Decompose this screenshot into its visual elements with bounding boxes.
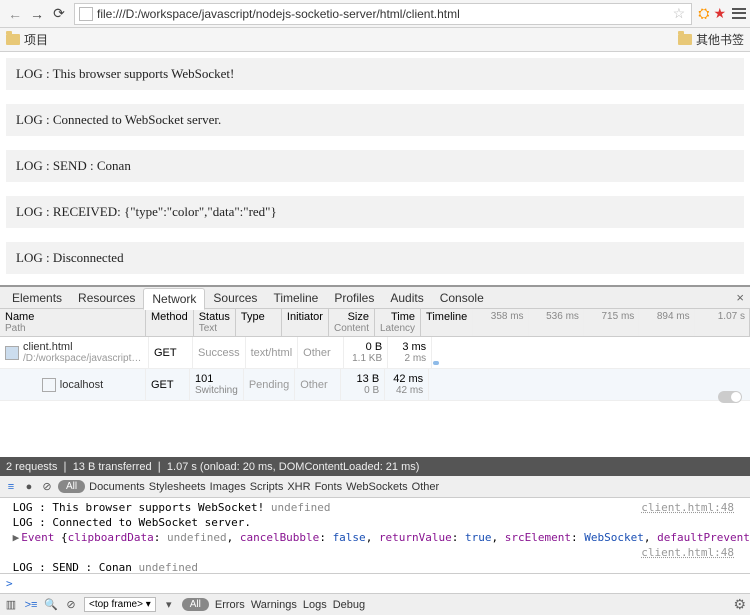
col-initiator[interactable]: Initiator <box>287 311 323 323</box>
clear-icon[interactable]: ⊘ <box>40 480 54 494</box>
devtools-tabs: Elements Resources Network Sources Timel… <box>0 287 750 309</box>
devtools-panel: Elements Resources Network Sources Timel… <box>0 285 750 615</box>
footer-filter[interactable]: Logs <box>303 599 327 611</box>
network-rows: client.html/D:/workspace/javascript/no G… <box>0 337 750 457</box>
folder-icon <box>678 34 692 45</box>
footer-filter[interactable]: Warnings <box>251 599 297 611</box>
col-status[interactable]: Status <box>199 311 230 323</box>
col-time[interactable]: Time <box>391 311 415 323</box>
tab-timeline[interactable]: Timeline <box>265 288 326 308</box>
tab-profiles[interactable]: Profiles <box>326 288 382 308</box>
col-type[interactable]: Type <box>241 311 265 323</box>
record-icon[interactable]: ● <box>22 480 36 494</box>
network-status-bar: 2 requests ❘ 13 B transferred ❘ 1.07 s (… <box>0 457 750 476</box>
source-link[interactable]: client.html:48 <box>641 501 744 514</box>
console-footer: ▥ >≡ 🔍 ⊘ <top frame> ▾ ▾ All Errors Warn… <box>0 593 750 615</box>
tab-elements[interactable]: Elements <box>4 288 70 308</box>
timeline-tick: 536 ms <box>528 309 583 336</box>
toggle-icon[interactable] <box>718 391 742 403</box>
drawer-icon[interactable]: >≡ <box>24 598 38 612</box>
bookmark-label: 其他书签 <box>696 31 744 48</box>
file-icon <box>5 346 19 360</box>
tab-resources[interactable]: Resources <box>70 288 143 308</box>
log-line: LOG : This browser supports WebSocket! <box>6 58 744 90</box>
log-line: LOG : SEND : Conan <box>6 150 744 182</box>
page-content: LOG : This browser supports WebSocket! L… <box>0 52 750 285</box>
filter-item[interactable]: Images <box>210 481 246 493</box>
filter-item[interactable]: XHR <box>287 481 310 493</box>
gear-icon[interactable]: ⚙ <box>733 596 746 613</box>
filter-item[interactable]: Stylesheets <box>149 481 206 493</box>
tab-sources[interactable]: Sources <box>205 288 265 308</box>
filter-item[interactable]: Other <box>412 481 440 493</box>
split-icon[interactable]: ▥ <box>4 598 18 612</box>
console-input[interactable]: > <box>0 573 750 593</box>
console-filter-bar: ≡ ● ⊘ All Documents Stylesheets Images S… <box>0 476 750 498</box>
chevron-down-icon[interactable]: ▾ <box>162 598 176 612</box>
timeline-tick: 358 ms <box>472 309 527 336</box>
file-icon <box>42 378 56 392</box>
favorite-star-icon[interactable]: ★ <box>713 5 726 22</box>
filter-item[interactable]: Fonts <box>315 481 343 493</box>
table-row[interactable]: client.html/D:/workspace/javascript/no G… <box>0 337 750 369</box>
url-bar[interactable]: file:///D:/workspace/javascript/nodejs-s… <box>74 3 692 25</box>
table-row[interactable]: localhost GET 101Switching Pending Other… <box>0 369 750 401</box>
bookmark-folder-left[interactable]: 项目 <box>6 31 48 48</box>
bookmark-star-icon[interactable]: ⛭ <box>698 5 709 22</box>
filter-all[interactable]: All <box>182 598 209 611</box>
filter-item[interactable]: Documents <box>89 481 145 493</box>
filter-all[interactable]: All <box>58 480 85 493</box>
log-line: LOG : Connected to WebSocket server. <box>6 104 744 136</box>
url-text: file:///D:/workspace/javascript/nodejs-s… <box>97 7 671 21</box>
filter-item[interactable]: Scripts <box>250 481 284 493</box>
close-icon[interactable]: × <box>736 290 744 305</box>
star-empty-icon[interactable]: ☆ <box>673 5 686 22</box>
network-header: NamePath Method StatusText Type Initiato… <box>0 309 750 337</box>
tab-network[interactable]: Network <box>143 288 205 310</box>
clear-icon[interactable]: ⊘ <box>64 598 78 612</box>
console-output: LOG : This browser supports WebSocket! u… <box>0 498 750 573</box>
back-button[interactable]: ← <box>4 3 26 25</box>
timeline-tick: 894 ms <box>638 309 693 336</box>
col-timeline[interactable]: Timeline <box>421 309 472 336</box>
tab-audits[interactable]: Audits <box>382 288 431 308</box>
timeline-tick: 715 ms <box>583 309 638 336</box>
log-line: LOG : RECEIVED: {"type":"color","data":"… <box>6 196 744 228</box>
page-icon <box>79 7 93 21</box>
col-size[interactable]: Size <box>348 311 369 323</box>
filter-item[interactable]: WebSockets <box>346 481 408 493</box>
log-line: LOG : Disconnected <box>6 242 744 274</box>
col-method[interactable]: Method <box>151 311 188 323</box>
folder-icon <box>6 34 20 45</box>
footer-filter[interactable]: Debug <box>333 599 365 611</box>
reload-button[interactable]: ⟳ <box>48 3 70 25</box>
bookmark-folder-right[interactable]: 其他书签 <box>678 31 744 48</box>
forward-button[interactable]: → <box>26 3 48 25</box>
source-link[interactable]: client.html:48 <box>641 546 744 559</box>
inspect-icon[interactable]: 🔍 <box>44 598 58 612</box>
timeline-tick: 1.07 s <box>694 309 749 336</box>
tab-console[interactable]: Console <box>432 288 492 308</box>
menu-icon[interactable] <box>732 7 746 21</box>
col-name[interactable]: Name <box>5 311 34 323</box>
footer-filter[interactable]: Errors <box>215 599 245 611</box>
bookmark-label: 项目 <box>24 31 48 48</box>
list-icon[interactable]: ≡ <box>4 480 18 494</box>
frame-select[interactable]: <top frame> ▾ <box>84 597 156 612</box>
